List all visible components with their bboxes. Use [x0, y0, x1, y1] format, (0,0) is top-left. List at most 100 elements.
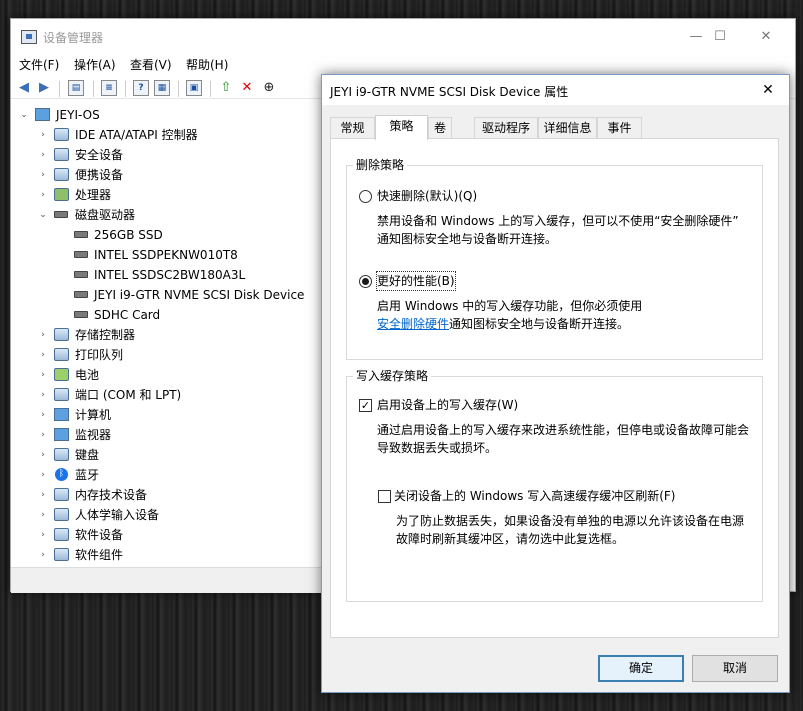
computer-icon: [35, 108, 50, 121]
tree-item-label: 256GB SSD: [94, 228, 163, 242]
ide-controller-icon: [54, 128, 69, 141]
toolbar-separator: [93, 81, 94, 97]
tree-item-label: 键盘: [75, 448, 100, 462]
monitor-icon: [54, 428, 69, 441]
expand-chevron-icon[interactable]: ›: [38, 485, 48, 505]
menu-bar: 文件(F) 操作(A) 查看(V) 帮助(H): [11, 55, 795, 75]
write-cache-policy-group: 写入缓存策略 ✓ 启用设备上的写入缓存(W) 通过启用设备上的写入缓存来改进系统…: [346, 369, 763, 602]
show-hide-console-tree-icon[interactable]: ▤: [68, 80, 84, 96]
removal-policy-title: 删除策略: [353, 158, 408, 172]
view-icon[interactable]: ▦: [154, 80, 170, 96]
disk-drive-icon: [74, 251, 88, 258]
safely-remove-hardware-link[interactable]: 安全删除硬件: [377, 317, 449, 331]
enable-write-cache-label[interactable]: 启用设备上的写入缓存(W): [377, 396, 518, 414]
expand-chevron-icon[interactable]: ›: [38, 505, 48, 525]
device-manager-titlebar[interactable]: 设备管理器 — ☐ ✕: [11, 19, 795, 55]
tree-item-label: 内存技术设备: [75, 488, 148, 502]
tree-item-label: 便携设备: [75, 168, 124, 182]
keyboard-icon: [54, 448, 69, 461]
properties-icon[interactable]: ≡: [101, 80, 117, 96]
expand-chevron-icon[interactable]: ›: [38, 445, 48, 465]
ok-button[interactable]: 确定: [598, 655, 684, 682]
memory-device-icon: [54, 488, 69, 501]
enable-write-cache-desc-line1: 通过启用设备上的写入缓存来改进系统性能，但停电或设备故障可能会: [377, 423, 750, 437]
tree-item-label: 端口 (COM 和 LPT): [75, 388, 182, 402]
expand-chevron-icon[interactable]: ›: [38, 425, 48, 445]
scan-hardware-icon[interactable]: ▣: [186, 80, 202, 96]
better-performance-label[interactable]: 更好的性能(B): [376, 271, 456, 291]
expand-chevron-icon[interactable]: ›: [38, 125, 48, 145]
storage-controller-icon: [54, 328, 69, 341]
expand-chevron-icon[interactable]: ›: [38, 405, 48, 425]
tree-item-label: 磁盘驱动器: [75, 208, 136, 222]
expand-chevron-icon[interactable]: ›: [38, 145, 48, 165]
menu-view[interactable]: 查看(V): [130, 56, 172, 73]
toolbar-separator: [125, 81, 126, 97]
better-performance-desc-line2: 安全删除硬件通知图标安全地与设备断开连接。: [377, 315, 629, 333]
expand-chevron-icon[interactable]: ›: [38, 385, 48, 405]
tab-events[interactable]: 事件: [597, 117, 642, 139]
uninstall-device-icon[interactable]: ✕: [238, 79, 256, 97]
enable-write-cache-checkbox[interactable]: ✓: [359, 399, 372, 412]
tab-driver[interactable]: 驱动程序: [474, 117, 538, 139]
tree-item-label: 电池: [75, 368, 100, 382]
tree-item-label: 软件组件: [75, 548, 124, 562]
disk-drive-icon: [74, 311, 88, 318]
printer-icon: [54, 348, 69, 361]
tab-details[interactable]: 详细信息: [538, 117, 597, 139]
toolbar-separator: [178, 81, 179, 97]
port-icon: [54, 388, 69, 401]
expand-chevron-icon[interactable]: ›: [38, 325, 48, 345]
horizontal-scrollbar[interactable]: [11, 567, 323, 591]
quick-removal-radio[interactable]: [359, 190, 372, 203]
computer-icon: [54, 408, 69, 421]
menu-action[interactable]: 操作(A): [74, 56, 116, 73]
cancel-button[interactable]: 取消: [692, 655, 778, 682]
processor-icon: [54, 188, 69, 201]
tree-item-label: 安全设备: [75, 148, 124, 162]
policies-tab-panel: 删除策略 快速删除(默认)(Q) 禁用设备和 Windows 上的写入缓存，但可…: [330, 138, 779, 638]
tree-item-label: JEYI i9-GTR NVME SCSI Disk Device: [94, 288, 305, 302]
device-tree: ⌄ JEYI-OS › IDE ATA/ATAPI 控制器 › 安全设备 › 便携设备…: [11, 105, 323, 567]
dialog-close-icon[interactable]: ✕: [753, 79, 783, 101]
expand-chevron-icon[interactable]: ›: [38, 345, 48, 365]
software-component-icon: [54, 548, 69, 561]
tab-general[interactable]: 常规: [330, 117, 375, 139]
disable-device-icon[interactable]: ⊕: [260, 79, 278, 97]
tree-item-label: INTEL SSDPEKNW010T8: [94, 248, 238, 262]
back-arrow-icon[interactable]: ◀: [15, 79, 33, 97]
disk-drive-icon: [54, 211, 68, 218]
tree-item-label: 监视器: [75, 428, 112, 442]
maximize-button[interactable]: ☐: [705, 27, 735, 47]
tab-volumes[interactable]: 卷: [428, 117, 452, 139]
dialog-titlebar[interactable]: JEYI i9-GTR NVME SCSI Disk Device 属性 ✕: [322, 75, 789, 105]
disk-drive-icon: [74, 291, 88, 298]
quick-removal-desc-line1: 禁用设备和 Windows 上的写入缓存，但可以不使用“安全删除硬件”: [377, 214, 739, 228]
dialog-title: JEYI i9-GTR NVME SCSI Disk Device 属性: [330, 85, 569, 99]
collapse-chevron-icon[interactable]: ⌄: [38, 205, 48, 225]
better-performance-radio[interactable]: [359, 275, 372, 288]
expand-chevron-icon[interactable]: ›: [38, 525, 48, 545]
forward-arrow-icon[interactable]: ▶: [35, 79, 53, 97]
menu-help[interactable]: 帮助(H): [186, 56, 228, 73]
software-device-icon: [54, 528, 69, 541]
expand-chevron-icon[interactable]: ›: [38, 465, 48, 485]
turn-off-cache-flush-label[interactable]: 关闭设备上的 Windows 写入高速缓存缓冲区刷新(F): [394, 487, 675, 505]
update-driver-icon[interactable]: ⇧: [217, 79, 235, 97]
turn-off-cache-flush-desc-line2: 故障时刷新其缓冲区，请勿选中此复选框。: [396, 532, 625, 546]
help-icon[interactable]: ?: [133, 80, 149, 96]
collapse-chevron-icon[interactable]: ⌄: [19, 105, 29, 125]
expand-chevron-icon[interactable]: ›: [38, 545, 48, 565]
tree-item-label: 人体学输入设备: [75, 508, 160, 522]
expand-chevron-icon[interactable]: ›: [38, 365, 48, 385]
close-button[interactable]: ✕: [751, 27, 781, 47]
turn-off-cache-flush-checkbox[interactable]: [378, 490, 391, 503]
expand-chevron-icon[interactable]: ›: [38, 185, 48, 205]
expand-chevron-icon[interactable]: ›: [38, 165, 48, 185]
quick-removal-desc-line2: 通知图标安全地与设备断开连接。: [377, 232, 558, 246]
tree-item-label: SDHC Card: [94, 308, 161, 322]
tab-policies[interactable]: 策略: [375, 115, 428, 140]
quick-removal-label[interactable]: 快速删除(默认)(Q): [377, 187, 477, 205]
device-manager-title: 设备管理器: [43, 31, 104, 45]
menu-file[interactable]: 文件(F): [19, 56, 59, 73]
